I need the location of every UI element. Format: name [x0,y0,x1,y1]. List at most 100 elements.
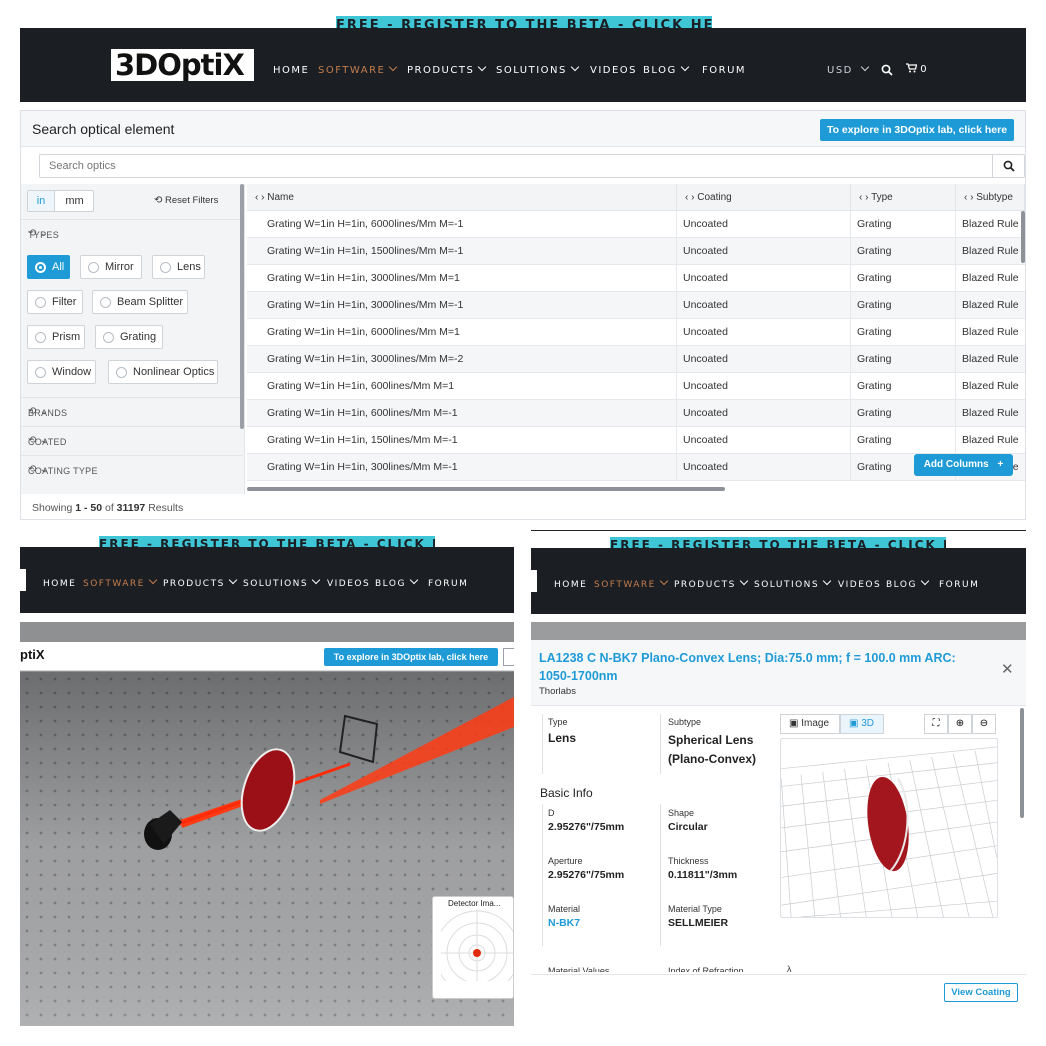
chevron-down-icon [822,576,832,586]
type-window[interactable]: Window [27,360,96,384]
search-button[interactable] [992,155,1024,177]
type-grating[interactable]: Grating [95,325,163,349]
nav-software[interactable]: SOFTWARE [83,575,158,589]
table-vertical-scrollbar[interactable] [1021,211,1025,263]
fullscreen-button[interactable]: ⛶ [924,714,948,734]
coating-type-section-header[interactable]: COATING TYPE ⟲ ⌄ [21,455,243,483]
nav-home[interactable]: HOME [554,580,587,590]
column-header-name[interactable]: ‹ › Name [247,184,677,211]
view-coating-button[interactable]: View Coating [944,983,1018,1002]
nav-blog[interactable]: BLOG [375,575,419,589]
type-lens[interactable]: Lens [152,255,205,279]
sidebar-scrollbar[interactable] [240,184,244,429]
currency-label: USD [827,65,853,76]
explore-lab-button[interactable]: To explore in 3DOptix lab, click here [820,119,1014,141]
cart-count: 0 [920,64,927,75]
nav-home[interactable]: HOME [273,65,309,76]
chevron-down-icon [920,576,930,586]
chevron-down-icon [680,62,689,72]
search-optics-input[interactable]: Search optics [39,154,1025,178]
lab-toolbar-button[interactable] [503,648,514,666]
type-nonlinear-optics[interactable]: Nonlinear Optics [108,360,218,384]
type-all-label: All [52,261,65,273]
cell-coating: Uncoated [677,319,851,346]
detector-image-panel[interactable]: Detector Ima... [432,896,514,999]
element-detail-view: LA1238 C N-BK7 Plano-Convex Lens; Dia:75… [531,622,1026,1026]
nav-forum[interactable]: FORUM [939,580,979,590]
types-section-header[interactable]: TYPES ⟲ ⌄ [21,219,243,247]
brand-logo[interactable]: 3DOptiX [111,49,254,81]
reset-filters-button[interactable]: ⟲ Reset Filters [154,195,218,206]
radio-icon [160,262,171,273]
showing-prefix: Showing [32,502,76,514]
nav-videos[interactable]: VIDEOS [838,580,881,590]
unit-toggle[interactable]: in mm [27,190,94,212]
table-row[interactable]: Grating W=1in H=1in, 300lines/Mm M=-1 Unc… [247,454,1025,481]
material-value[interactable]: N-BK7 [548,917,580,929]
unit-in[interactable]: in [28,191,55,211]
coated-section-header[interactable]: COATED ⟲ ⌄ [21,426,243,454]
shape-divider [660,804,661,946]
brands-section-header[interactable]: BRANDS ⟲ ⌄ [21,397,243,425]
nav-home[interactable]: HOME [43,579,76,589]
beta-banner[interactable]: FREE - REGISTER TO THE BETA - CLICK HERE [336,16,712,28]
nav-software[interactable]: SOFTWARE [594,576,669,590]
nav-forum[interactable]: FORUM [702,65,746,76]
nav-products[interactable]: PRODUCTS [163,575,238,589]
beta-banner[interactable]: FREE - REGISTER TO THE BETA - CLICK HERE [99,536,435,547]
three-d-tab[interactable]: ▣ 3D [840,714,884,734]
showing-of: of [102,502,117,514]
nav-videos[interactable]: VIDEOS [590,65,637,76]
table-horizontal-scrollbar[interactable] [247,487,725,491]
nav-solutions[interactable]: SOLUTIONS [496,62,580,76]
table-row[interactable]: Grating W=1in H=1in, 3000lines/Mm M=1 Unc… [247,265,1025,292]
type-prism[interactable]: Prism [27,325,85,349]
detail-scrollbar[interactable] [1020,708,1024,818]
zoom-in-button[interactable]: ⊕ [948,714,972,734]
column-header-subtype[interactable]: ‹ › Subtype [956,184,1025,211]
nav-solutions[interactable]: SOLUTIONS [243,575,321,589]
table-row[interactable]: Grating W=1in H=1in, 3000lines/Mm M=-2 Un… [247,346,1025,373]
column-header-coating[interactable]: ‹ › Coating [677,184,851,211]
add-columns-button[interactable]: Add Columns + [914,454,1013,476]
nav-blog[interactable]: BLOG [886,576,930,590]
nav-videos[interactable]: VIDEOS [327,579,370,589]
cart-button[interactable]: 0 [906,63,927,75]
nav-solutions[interactable]: SOLUTIONS [754,576,832,590]
nav-blog[interactable]: BLOG [643,62,689,76]
type-divider [542,714,543,774]
table-row[interactable]: Grating W=1in H=1in, 600lines/Mm M=-1 Unc… [247,400,1025,427]
zoom-out-button[interactable]: ⊖ [972,714,996,734]
type-all[interactable]: All [27,255,70,279]
optical-lab-3d-view[interactable]: ptiX To explore in 3DOptix lab, click he… [20,622,514,1026]
nav-forum[interactable]: FORUM [428,579,468,589]
nav-products[interactable]: PRODUCTS [407,62,487,76]
table-row[interactable]: Grating W=1in H=1in, 1500lines/Mm M=-1 Un… [247,238,1025,265]
table-row[interactable]: Grating W=1in H=1in, 150lines/Mm M=-1 Unc… [247,427,1025,454]
refresh-chevron-icon: ⟲ ⌄ [28,228,49,239]
search-optical-element-panel: Search optical element To explore in 3DO… [20,110,1026,520]
close-icon[interactable]: ✕ [1001,660,1014,678]
type-mirror[interactable]: Mirror [80,255,142,279]
table-row[interactable]: Grating W=1in H=1in, 6000lines/Mm M=1 Unc… [247,319,1025,346]
table-row[interactable]: Grating W=1in H=1in, 6000lines/Mm M=-1 Un… [247,211,1025,238]
subtype-divider [660,714,661,774]
table-row[interactable]: Grating W=1in H=1in, 600lines/Mm M=1 Unco… [247,373,1025,400]
cell-subtype: Blazed Rule [962,299,1019,311]
nav-software[interactable]: SOFTWARE [318,62,398,76]
currency-select[interactable]: USD [827,62,870,76]
explore-lab-button[interactable]: To explore in 3DOptix lab, click here [324,648,498,666]
search-icon[interactable] [881,64,893,76]
image-tab[interactable]: ▣ Image [780,714,840,734]
lens-3d-preview[interactable] [780,738,998,918]
type-mirror-label: Mirror [105,261,134,273]
type-filter[interactable]: Filter [27,290,83,314]
type-beam-splitter[interactable]: Beam Splitter [92,290,188,314]
nav-products[interactable]: PRODUCTS [674,576,749,590]
beta-banner[interactable]: FREE - REGISTER TO THE BETA - CLICK HERE [610,537,946,548]
cell-name: Grating W=1in H=1in, 150lines/Mm M=-1 [247,427,677,454]
panel-title: Search optical element [32,121,175,137]
table-row[interactable]: Grating W=1in H=1in, 3000lines/Mm M=-1 Un… [247,292,1025,319]
unit-mm[interactable]: mm [56,191,93,211]
column-header-type[interactable]: ‹ › Type [851,184,956,211]
